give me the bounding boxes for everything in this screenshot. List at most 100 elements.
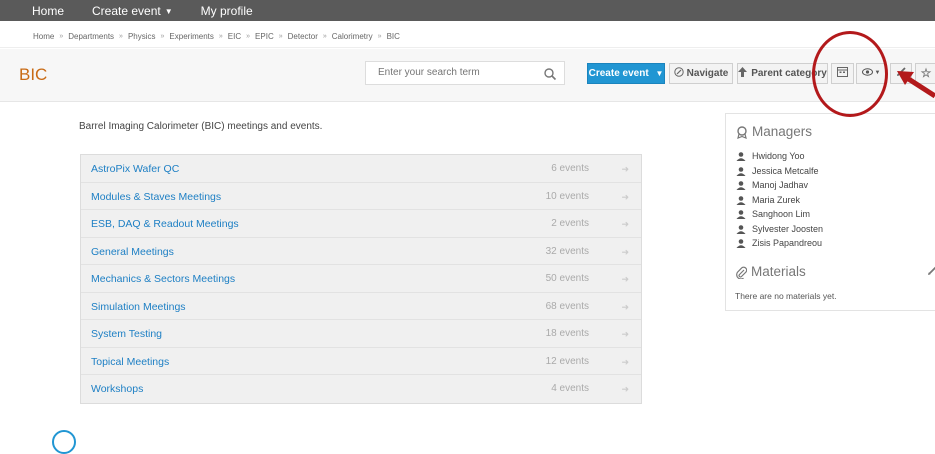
category-link[interactable]: Workshops: [91, 383, 143, 395]
breadcrumb-item-calorimetry[interactable]: Calorimetry: [332, 32, 373, 41]
list-item[interactable]: General Meetings 32 events ➜: [81, 238, 641, 265]
arrow-right-icon: ➜: [621, 246, 629, 257]
breadcrumb-item-departments[interactable]: Departments: [68, 32, 114, 41]
breadcrumb-item-epic[interactable]: EPIC: [255, 32, 274, 41]
managers-title: Managers: [752, 124, 813, 139]
manager-item: Sanghoon Lim: [736, 209, 811, 220]
search-icon[interactable]: [543, 67, 557, 81]
nav-my-profile[interactable]: My profile: [187, 4, 267, 18]
arrow-right-icon: ➜: [621, 329, 629, 339]
materials-heading: Materials: [736, 264, 806, 279]
manager-item: Maria Zurek: [736, 195, 800, 205]
manager-name: Sanghoon Lim: [752, 209, 811, 219]
manager-item: Zisis Papandreou: [736, 238, 823, 249]
category-link[interactable]: AstroPix Wafer QC: [91, 163, 179, 175]
breadcrumb-separator-icon: »: [160, 33, 165, 40]
category-link[interactable]: Mechanics & Sectors Meetings: [91, 273, 235, 285]
manager-item: Manoj Jadhav: [736, 180, 809, 191]
breadcrumb-separator-icon: »: [119, 33, 123, 40]
breadcrumb-item-home[interactable]: Home: [33, 32, 54, 41]
nav-create-event-label: Create event: [92, 3, 161, 18]
create-event-button[interactable]: Create event ▼: [587, 63, 665, 84]
manager-name: Jessica Metcalfe: [752, 165, 819, 176]
subcategory-list: AstroPix Wafer QC 6 events ➜ Modules & S…: [80, 154, 642, 404]
breadcrumb-separator-icon: »: [377, 33, 382, 40]
user-icon: [736, 152, 746, 162]
category-link[interactable]: System Testing: [91, 328, 162, 340]
user-icon: [736, 210, 746, 220]
sidebar-panel: Managers Hwidong Yoo Jessica Metcalfe Ma…: [725, 113, 935, 311]
category-link[interactable]: General Meetings: [91, 246, 174, 258]
nav-home[interactable]: Home: [0, 4, 78, 18]
user-icon: [736, 166, 746, 176]
user-icon: [736, 181, 746, 191]
annotation-arrow-icon: [897, 71, 935, 99]
list-item[interactable]: Workshops 4 events ➜: [81, 375, 641, 403]
category-link[interactable]: ESB, DAQ & Readout Meetings: [91, 218, 239, 230]
navigate-label: Navigate: [686, 68, 729, 79]
user-icon: [736, 195, 746, 205]
category-description: Barrel Imaging Calorimeter (BIC) meeting…: [79, 121, 323, 132]
breadcrumb-item-experiments[interactable]: Experiments: [169, 32, 213, 41]
manager-item: Sylvester Joosten: [736, 224, 823, 234]
no-materials-text: There are no materials yet.: [735, 291, 837, 301]
manager-name: Maria Zurek: [752, 194, 801, 205]
navigate-button[interactable]: Navigate: [669, 63, 733, 84]
event-count: 6 events: [551, 163, 589, 174]
managers-heading: Managers: [736, 124, 812, 139]
breadcrumb-separator-icon: »: [246, 33, 251, 40]
paperclip-icon: [736, 266, 747, 279]
page-title: BIC: [19, 65, 48, 84]
event-count: 50 events: [545, 273, 589, 284]
category-link[interactable]: Simulation Meetings: [91, 301, 186, 313]
arrow-up-icon: [738, 67, 748, 77]
user-icon: [736, 239, 746, 249]
breadcrumb-item-bic: BIC: [386, 32, 400, 41]
materials-title: Materials: [751, 264, 806, 279]
breadcrumb-separator-icon: »: [278, 33, 283, 40]
manager-item: Jessica Metcalfe: [736, 166, 819, 176]
list-item[interactable]: AstroPix Wafer QC 6 events ➜: [81, 155, 641, 183]
nav-create-event[interactable]: Create event ▼: [78, 4, 187, 18]
manager-name: Sylvester Joosten: [752, 223, 824, 234]
user-icon: [736, 224, 746, 234]
breadcrumb-item-physics[interactable]: Physics: [128, 32, 156, 41]
event-count: 10 events: [545, 190, 589, 202]
top-nav-bar: Home Create event ▼ My profile: [0, 0, 935, 21]
arrow-right-icon: ➜: [621, 356, 629, 367]
pencil-icon[interactable]: [927, 264, 935, 276]
list-item[interactable]: Simulation Meetings 68 events ➜: [81, 293, 641, 320]
create-event-label: Create event: [588, 68, 649, 80]
annotation-circle: [812, 31, 888, 117]
breadcrumb-item-detector[interactable]: Detector: [288, 32, 318, 41]
caret-down-icon: ▼: [655, 69, 664, 78]
list-item[interactable]: Topical Meetings 12 events ➜: [81, 348, 641, 375]
list-item[interactable]: System Testing 18 events ➜: [81, 320, 641, 348]
breadcrumb-separator-icon: »: [322, 33, 327, 40]
category-link[interactable]: Topical Meetings: [91, 356, 169, 368]
award-icon: [737, 126, 747, 139]
event-count: 68 events: [545, 300, 589, 312]
manager-name: Zisis Papandreou: [752, 238, 823, 248]
search-input[interactable]: [376, 66, 540, 79]
event-count: 2 events: [551, 218, 589, 229]
event-count: 32 events: [545, 245, 589, 257]
event-count: 4 events: [551, 383, 589, 394]
manager-name: Hwidong Yoo: [752, 151, 805, 161]
compass-icon: [673, 67, 684, 77]
category-link[interactable]: Modules & Staves Meetings: [91, 191, 221, 203]
breadcrumb-item-eic[interactable]: EIC: [228, 32, 241, 41]
list-item[interactable]: Modules & Staves Meetings 10 events ➜: [81, 183, 641, 210]
breadcrumb-separator-icon: »: [218, 33, 223, 40]
manager-name: Manoj Jadhav: [752, 180, 809, 190]
arrow-right-icon: ➜: [621, 219, 629, 229]
event-count: 18 events: [545, 328, 589, 339]
caret-down-icon: ▼: [164, 6, 173, 16]
search-box[interactable]: [365, 61, 565, 85]
arrow-right-icon: ➜: [621, 384, 629, 394]
list-item[interactable]: Mechanics & Sectors Meetings 50 events ➜: [81, 265, 641, 293]
category-header: BIC Create event ▼ Navigate Parent categ…: [0, 49, 935, 102]
arrow-right-icon: ➜: [621, 274, 629, 284]
list-item[interactable]: ESB, DAQ & Readout Meetings 2 events ➜: [81, 210, 641, 238]
help-icon[interactable]: [52, 430, 76, 454]
